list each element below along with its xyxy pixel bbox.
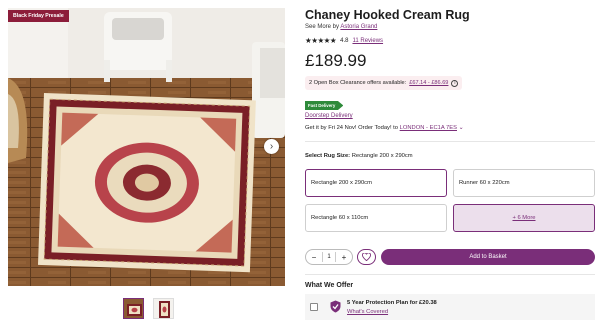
size-selector-label: Select Rug Size: Rectangle 200 x 290cm	[305, 153, 413, 159]
thumbnail-2[interactable]	[153, 298, 174, 319]
add-to-basket-button[interactable]: Add to Basket	[381, 249, 595, 265]
divider	[305, 141, 595, 142]
divider	[334, 252, 336, 262]
postcode-link[interactable]: LONDON - EC1A 7ES	[400, 125, 457, 131]
chevron-right-icon[interactable]: ›	[264, 139, 279, 154]
see-more-label: See More by	[305, 24, 340, 30]
size-more-options-button[interactable]: + 6 More	[453, 204, 595, 232]
thumbnail-strip	[123, 298, 174, 319]
size-option-runner-60x220[interactable]: Runner 60 x 220cm	[453, 169, 595, 197]
size-selected-value: Rectangle 200 x 290cm	[351, 153, 413, 159]
rating-value: 4.8	[340, 37, 349, 44]
brand-link[interactable]: Astoria Grand	[340, 24, 377, 30]
size-option-rectangle-200x290[interactable]: Rectangle 200 x 290cm	[305, 169, 447, 197]
open-box-text: 2 Open Box Clearance offers available:	[309, 80, 407, 86]
protection-plan-row: 5 Year Protection Plan for £20.38 What's…	[305, 294, 595, 320]
heart-icon	[362, 253, 371, 261]
size-option-rectangle-60x110[interactable]: Rectangle 60 x 110cm	[305, 204, 447, 232]
promo-badge: Black Friday Presale	[8, 10, 69, 22]
protection-plan-label: 5 Year Protection Plan for £20.38	[347, 300, 437, 306]
product-title: Chaney Hooked Cream Rug	[305, 8, 470, 22]
rug-product-image	[8, 8, 285, 286]
whats-covered-link[interactable]: What's Covered	[347, 309, 388, 315]
quantity-increase-button[interactable]: +	[340, 253, 348, 262]
product-image-gallery[interactable]: Black Friday Presale ›	[8, 8, 285, 286]
wishlist-button[interactable]	[357, 249, 376, 265]
doorstep-delivery-link[interactable]: Doorstep Delivery	[305, 113, 353, 119]
what-we-offer-heading: What We Offer	[305, 282, 354, 289]
quantity-value[interactable]: 1	[327, 254, 330, 260]
quantity-stepper: − 1 +	[305, 249, 353, 265]
product-price: £189.99	[305, 51, 367, 70]
shield-icon	[330, 300, 341, 313]
star-rating-icon: ★★★★★	[305, 36, 337, 45]
divider	[305, 274, 595, 275]
see-more-by: See More by Astoria Grand	[305, 24, 377, 30]
chevron-down-icon[interactable]: ⌄	[459, 125, 464, 131]
size-label-title: Select Rug Size:	[305, 153, 351, 159]
quantity-decrease-button[interactable]: −	[310, 253, 318, 262]
protection-plan-checkbox[interactable]	[310, 303, 318, 311]
delivery-estimate-text: Get it by Fri 24 Nov! Order Today! to	[305, 125, 399, 131]
divider	[322, 252, 324, 262]
fast-delivery-tag: Fast Delivery	[305, 101, 344, 110]
thumbnail-1[interactable]	[123, 298, 144, 319]
info-icon[interactable]: i	[451, 79, 459, 87]
rating-row: ★★★★★ 4.8 11 Reviews	[305, 36, 383, 45]
open-box-range-link[interactable]: £67.14 - £86.69	[409, 80, 448, 86]
delivery-estimate: Get it by Fri 24 Nov! Order Today! to LO…	[305, 125, 463, 131]
open-box-offer: 2 Open Box Clearance offers available: £…	[305, 76, 463, 90]
reviews-link[interactable]: 11 Reviews	[352, 38, 383, 44]
